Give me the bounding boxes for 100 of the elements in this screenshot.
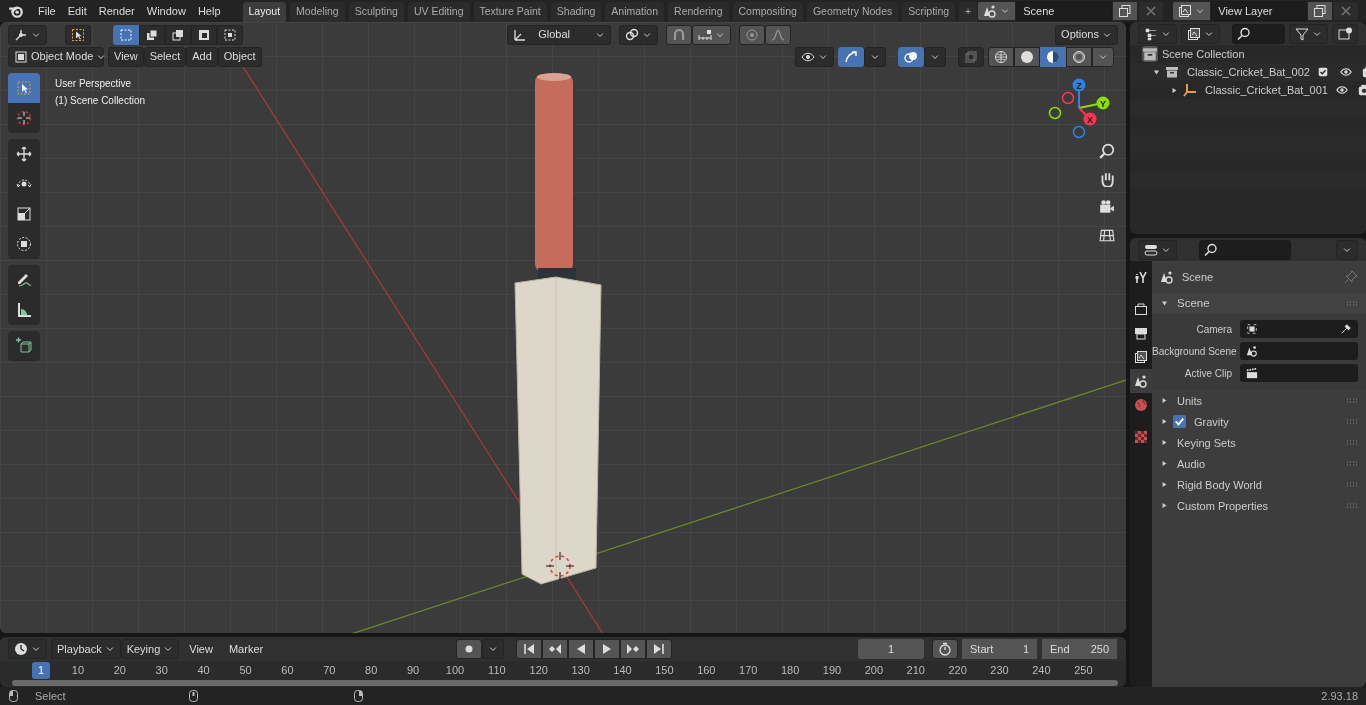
visibility-dropdown[interactable] [795, 46, 834, 67]
transform-tool-button[interactable] [8, 229, 40, 259]
workspace-tab[interactable]: Scripting [902, 2, 956, 22]
shading-dropdown[interactable] [1092, 46, 1114, 67]
editor-type-button[interactable] [8, 24, 47, 45]
overlay-toggle[interactable] [898, 46, 924, 67]
selection-mode-button[interactable] [113, 24, 139, 45]
annotate-tool-button[interactable] [8, 265, 40, 295]
shading-mode-button[interactable] [1040, 46, 1066, 67]
gizmo-negative-axis-handle[interactable] [1061, 91, 1075, 105]
filter-dropdown[interactable] [1289, 23, 1328, 44]
options-dropdown[interactable] [1336, 239, 1358, 260]
menu-item[interactable]: Render [92, 1, 141, 21]
workspace-tab[interactable]: Modeling [290, 2, 345, 22]
workspace-tab[interactable]: Shading [550, 2, 602, 22]
close-button[interactable] [1333, 1, 1360, 21]
falloff-dropdown[interactable] [764, 24, 791, 45]
pin-icon[interactable] [1344, 270, 1358, 285]
menu-item[interactable]: Edit [61, 1, 93, 21]
preview-range-toggle[interactable] [932, 639, 958, 660]
panel-title[interactable]: Units [1177, 392, 1203, 410]
editor-type-button[interactable] [1138, 23, 1177, 44]
gizmo-toggle[interactable] [838, 46, 864, 67]
gizmo-axis-handle[interactable]: Y [1078, 96, 1110, 110]
duplicate-button[interactable] [1307, 1, 1334, 21]
panel-title[interactable]: Rigid Body World [1177, 476, 1262, 494]
next-keyframe-button[interactable] [619, 639, 646, 660]
shading-mode-button[interactable] [1066, 46, 1092, 67]
viewport-menu[interactable]: Add [186, 46, 218, 67]
selector-type-button[interactable] [1172, 1, 1212, 21]
empty-name[interactable]: Classic_Cricket_Bat_001 [1205, 81, 1328, 99]
snap-target-dropdown[interactable] [691, 24, 731, 45]
previous-keyframe-button[interactable] [541, 639, 568, 660]
collection-name[interactable]: Classic_Cricket_Bat_002 [1187, 63, 1310, 81]
add-cube-tool-button[interactable] [8, 331, 40, 361]
timeline-menu[interactable]: View [183, 639, 219, 660]
workspace-tab[interactable]: Geometry Nodes [806, 2, 899, 22]
orientation-dropdown[interactable]: Global [507, 24, 611, 45]
checkbox-checked-icon[interactable] [1317, 67, 1328, 77]
camera-field[interactable] [1240, 320, 1358, 339]
panel-title[interactable]: Custom Properties [1177, 497, 1269, 515]
close-button[interactable] [1138, 1, 1165, 21]
selector-name-field[interactable]: Scene [1016, 1, 1113, 21]
workspace-tab[interactable]: Sculpting [348, 2, 404, 22]
menu-item[interactable]: Window [140, 1, 192, 21]
duplicate-button[interactable] [1112, 1, 1139, 21]
gizmo-negative-axis-handle[interactable] [1072, 125, 1086, 139]
workspace-tab[interactable]: Compositing [732, 2, 803, 22]
eye-icon[interactable] [1339, 66, 1352, 78]
measure-tool-button[interactable] [8, 295, 40, 325]
start-frame-field[interactable]: Start 1 [962, 639, 1038, 660]
mode-dropdown[interactable]: Object Mode [8, 46, 104, 67]
shading-mode-button[interactable] [988, 46, 1014, 67]
select-tool-button[interactable] [8, 73, 40, 103]
record-button[interactable] [455, 639, 482, 660]
viewport-menu[interactable]: Object [217, 46, 262, 67]
new-collection-button[interactable] [1332, 23, 1358, 44]
panel-title[interactable]: Gravity [1194, 413, 1229, 431]
gizmo-negative-axis-handle[interactable] [1048, 106, 1062, 120]
end-frame-field[interactable]: End 250 [1042, 639, 1118, 660]
shading-mode-button[interactable] [1014, 46, 1040, 67]
timeline-menu[interactable]: Marker [222, 639, 270, 660]
panel-title[interactable]: Audio [1177, 455, 1206, 473]
timeline-dropdown[interactable]: Playback [51, 639, 121, 660]
menu-item[interactable]: File [32, 1, 62, 21]
display-mode-dropdown[interactable] [1181, 23, 1220, 44]
scene-tab[interactable] [1130, 369, 1152, 394]
selector-type-button[interactable] [977, 1, 1017, 21]
workspace-tab[interactable]: Texture Paint [473, 2, 547, 22]
selection-mode-button[interactable] [139, 24, 165, 45]
play-reverse-button[interactable] [567, 639, 594, 660]
snap-toggle[interactable] [665, 24, 692, 45]
checkbox-checked-icon[interactable] [1173, 415, 1186, 429]
add-workspace-tab[interactable]: + [959, 2, 978, 22]
viewport-menu[interactable]: Select [143, 46, 187, 67]
pivot-dropdown[interactable] [618, 24, 658, 45]
cursor-tool-button[interactable] [8, 103, 40, 133]
panel-title[interactable]: Keying Sets [1177, 434, 1236, 452]
options-dropdown[interactable]: Options [1055, 24, 1118, 45]
gizmo-axis-handle[interactable]: Z [1072, 78, 1086, 109]
current-frame-marker[interactable]: 1 [32, 662, 50, 679]
play-button[interactable] [593, 639, 620, 660]
render-camera-icon[interactable] [1357, 84, 1366, 96]
scene-field[interactable] [1240, 342, 1358, 361]
workspace-tab[interactable]: Layout [242, 2, 287, 22]
current-frame-field[interactable]: 1 [858, 639, 924, 660]
collection-name[interactable]: Scene Collection [1162, 45, 1245, 63]
timeline-scrollbar[interactable] [12, 680, 1118, 687]
clip-field[interactable] [1240, 364, 1358, 383]
workspace-tab[interactable]: Rendering [668, 2, 729, 22]
workspace-tab[interactable]: UV Editing [407, 2, 470, 22]
panel-title[interactable]: Scene [1177, 295, 1210, 313]
selection-mode-button[interactable] [165, 24, 191, 45]
editor-type-button[interactable] [1138, 239, 1177, 260]
jump-to-start-button[interactable] [515, 639, 542, 660]
timeline-dropdown[interactable]: Keying [120, 639, 180, 660]
selection-mode-button[interactable] [217, 24, 243, 45]
viewport-menu[interactable]: View [108, 46, 144, 67]
search-field[interactable] [1232, 23, 1285, 44]
selector-name-field[interactable]: View Layer [1211, 1, 1308, 21]
